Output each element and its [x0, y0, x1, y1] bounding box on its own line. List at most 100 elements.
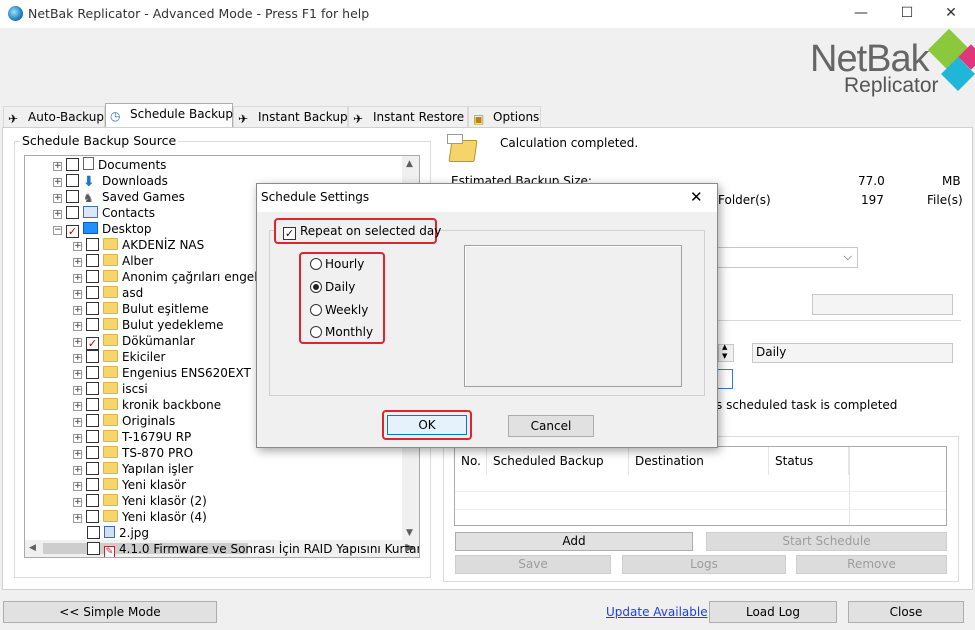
- tab-auto-backup[interactable]: ✈ Auto-Backup: [3, 106, 105, 127]
- tree-checkbox[interactable]: [86, 398, 99, 411]
- tree-item-folder[interactable]: + T-1679U RP: [73, 429, 191, 445]
- expand-icon[interactable]: +: [73, 498, 82, 507]
- expand-icon[interactable]: +: [73, 274, 82, 283]
- cancel-button[interactable]: Cancel: [508, 415, 594, 437]
- repeat-checkbox[interactable]: ✓ Repeat on selected day: [283, 224, 441, 240]
- tree-item-folder[interactable]: + AKDENİZ NAS: [73, 237, 204, 253]
- radio-hourly[interactable]: Hourly: [310, 257, 364, 271]
- tree-item-folder[interactable]: + Yapılan işler: [73, 461, 193, 477]
- tree-item-folder[interactable]: + Bulut yedekleme: [73, 317, 224, 333]
- spin-up-icon[interactable]: ▲: [722, 343, 727, 351]
- tree-checkbox[interactable]: [66, 206, 79, 219]
- expand-icon[interactable]: +: [73, 338, 82, 347]
- tree-item-folder[interactable]: + kronik backbone: [73, 397, 221, 413]
- tab-schedule-backup[interactable]: ◷ Schedule Backup: [105, 103, 233, 128]
- expand-icon[interactable]: +: [53, 162, 62, 171]
- tree-item-folder[interactable]: + TS-870 PRO: [73, 445, 193, 461]
- expand-icon[interactable]: +: [73, 258, 82, 267]
- load-log-button[interactable]: Load Log: [709, 601, 837, 623]
- tab-instant-restore[interactable]: ✈ Instant Restore: [348, 106, 468, 127]
- tree-checkbox[interactable]: [86, 302, 99, 315]
- day-selection-list[interactable]: [464, 245, 682, 387]
- tree-item-folder[interactable]: + iscsi: [73, 381, 148, 397]
- tree-checkbox[interactable]: [86, 382, 99, 395]
- tree-checkbox[interactable]: [86, 238, 99, 251]
- radio-icon[interactable]: [310, 326, 322, 338]
- radio-weekly[interactable]: Weekly: [310, 303, 368, 317]
- path-field[interactable]: [812, 294, 953, 315]
- collapse-icon[interactable]: −: [53, 226, 62, 235]
- tree-item-folder[interactable]: + asd: [73, 285, 143, 301]
- tree-checkbox[interactable]: [86, 510, 99, 523]
- scroll-up-arrow-icon[interactable]: ▲: [406, 159, 413, 169]
- tree-checkbox[interactable]: [86, 350, 99, 363]
- scheduled-tasks-table[interactable]: No. Scheduled Backup Destination Status: [454, 446, 947, 526]
- radio-daily[interactable]: Daily: [310, 280, 355, 294]
- tree-checkbox[interactable]: [86, 446, 99, 459]
- expand-icon[interactable]: +: [73, 450, 82, 459]
- tree-checkbox[interactable]: [86, 286, 99, 299]
- tree-checkbox[interactable]: [86, 494, 99, 507]
- tree-item-folder[interactable]: + Yeni klasör (2): [73, 493, 207, 509]
- tree-item-file[interactable]: 2.jpg: [87, 525, 149, 541]
- tab-options[interactable]: ▣ Options: [468, 106, 541, 127]
- expand-icon[interactable]: +: [53, 210, 62, 219]
- tree-item-folder[interactable]: + Originals: [73, 413, 175, 429]
- tree-item-folder[interactable]: + Engenius ENS620EXT: [73, 365, 251, 381]
- expand-icon[interactable]: +: [73, 370, 82, 379]
- tree-item-file[interactable]: ✎ 4.1.0 Firmware ve Sonrası İçin RAID Yap…: [87, 541, 419, 557]
- tree-checkbox[interactable]: [87, 542, 100, 555]
- expand-icon[interactable]: +: [73, 290, 82, 299]
- tree-checkbox[interactable]: [86, 270, 99, 283]
- tree-checkbox[interactable]: [86, 318, 99, 331]
- expand-icon[interactable]: +: [73, 386, 82, 395]
- tree-item-documents[interactable]: + Documents: [53, 157, 166, 173]
- schedule-setting-button[interactable]: [716, 369, 733, 389]
- radio-icon[interactable]: [310, 258, 322, 270]
- expand-icon[interactable]: +: [73, 306, 82, 315]
- tree-checkbox[interactable]: [86, 478, 99, 491]
- dialog-close-icon[interactable]: ✕: [690, 188, 703, 206]
- interval-spinner[interactable]: ▲ ▼: [718, 343, 734, 362]
- checkbox-checked-icon[interactable]: ✓: [283, 227, 296, 240]
- expand-icon[interactable]: +: [73, 322, 82, 331]
- tree-checkbox[interactable]: [86, 254, 99, 267]
- tree-item-folder[interactable]: + Alber: [73, 253, 153, 269]
- tree-item-desktop[interactable]: − ✓ Desktop: [53, 221, 152, 238]
- maximize-button[interactable]: ☐: [884, 2, 930, 26]
- save-button[interactable]: Save: [455, 555, 611, 574]
- radio-monthly[interactable]: Monthly: [310, 325, 373, 339]
- simple-mode-button[interactable]: << Simple Mode: [3, 601, 217, 623]
- tree-checkbox[interactable]: [86, 430, 99, 443]
- tree-item-folder[interactable]: + ✓ Dökümanlar: [73, 333, 195, 350]
- tree-checkbox[interactable]: [86, 366, 99, 379]
- add-button[interactable]: Add: [455, 532, 693, 551]
- tree-checkbox[interactable]: [86, 414, 99, 427]
- tree-item-folder[interactable]: + Anonim çağrıları engellen: [73, 269, 276, 285]
- expand-icon[interactable]: +: [73, 482, 82, 491]
- close-window-button[interactable]: ✕: [928, 2, 974, 26]
- expand-icon[interactable]: +: [73, 418, 82, 427]
- tree-item-folder[interactable]: + Bulut eşitleme: [73, 301, 209, 317]
- spin-down-icon[interactable]: ▼: [722, 352, 727, 360]
- scroll-down-arrow-icon[interactable]: ▼: [406, 528, 413, 538]
- tree-checkbox[interactable]: [66, 174, 79, 187]
- tab-instant-backup[interactable]: ✈ Instant Backup: [233, 106, 348, 127]
- column-header-destination[interactable]: Destination: [629, 447, 769, 475]
- tree-checkbox[interactable]: [86, 462, 99, 475]
- interval-field[interactable]: Daily: [752, 343, 953, 363]
- radio-icon[interactable]: [310, 304, 322, 316]
- close-button[interactable]: Close: [848, 601, 964, 623]
- ok-button[interactable]: OK: [387, 415, 467, 435]
- tree-item-folder[interactable]: + Yeni klasör: [73, 477, 186, 493]
- expand-icon[interactable]: +: [73, 514, 82, 523]
- tree-checkbox[interactable]: [87, 526, 100, 539]
- destination-dropdown[interactable]: ⌵: [716, 247, 858, 268]
- remove-button[interactable]: Remove: [796, 555, 947, 574]
- column-header-no[interactable]: No.: [455, 447, 487, 475]
- expand-icon[interactable]: +: [53, 178, 62, 187]
- column-header-scheduled-backup[interactable]: Scheduled Backup: [487, 447, 629, 475]
- tree-checkbox[interactable]: [66, 158, 79, 171]
- start-schedule-button[interactable]: Start Schedule: [706, 532, 947, 551]
- tree-item-saved-games[interactable]: + ♞ Saved Games: [53, 189, 185, 205]
